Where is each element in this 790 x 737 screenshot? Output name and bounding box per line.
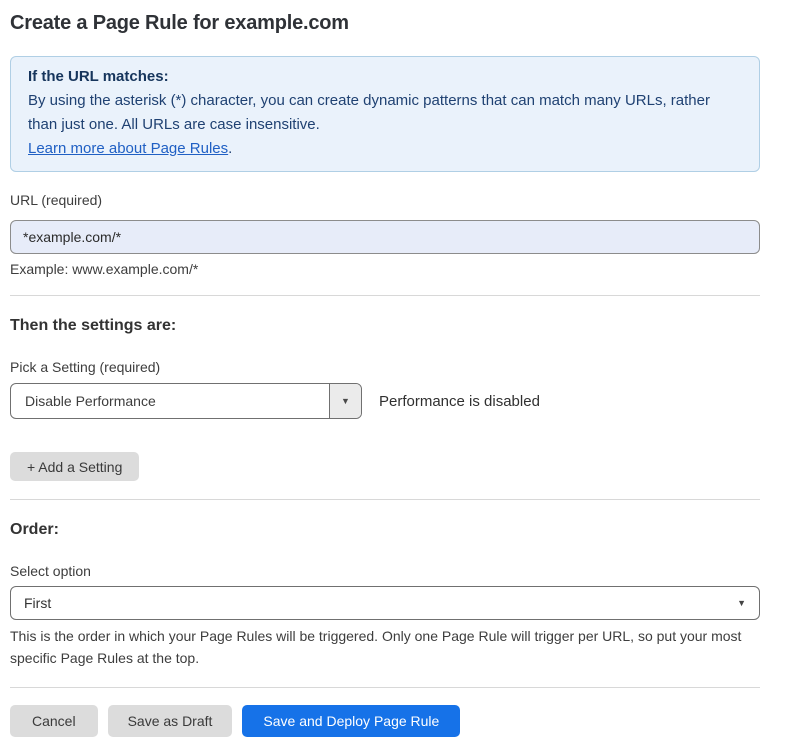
info-box-body-text: By using the asterisk (*) character, you… — [28, 92, 710, 133]
info-box-link-line: Learn more about Page Rules. — [28, 137, 742, 161]
url-input[interactable] — [10, 220, 760, 254]
divider — [10, 499, 760, 500]
order-select-label: Select option — [10, 563, 760, 579]
pick-setting-label: Pick a Setting (required) — [10, 359, 760, 375]
settings-section-heading: Then the settings are: — [10, 317, 760, 335]
info-box-body: By using the asterisk (*) character, you… — [28, 89, 742, 137]
page-rule-form: Create a Page Rule for example.com If th… — [10, 12, 760, 737]
setting-row: Disable Performance ▼ Performance is dis… — [10, 383, 760, 419]
setting-select-value: Disable Performance — [11, 384, 329, 418]
learn-more-link[interactable]: Learn more about Page Rules — [28, 140, 228, 157]
setting-select-arrow-button[interactable]: ▼ — [329, 384, 361, 418]
cancel-button[interactable]: Cancel — [10, 705, 98, 737]
url-example-text: Example: www.example.com/* — [10, 261, 760, 277]
chevron-down-icon: ▼ — [341, 396, 350, 406]
link-suffix: . — [228, 140, 232, 157]
order-help-text: This is the order in which your Page Rul… — [10, 625, 760, 669]
chevron-down-icon: ▼ — [737, 598, 746, 608]
save-deploy-button[interactable]: Save and Deploy Page Rule — [242, 705, 460, 737]
add-setting-button[interactable]: + Add a Setting — [10, 452, 139, 481]
order-select[interactable]: First ▼ — [10, 586, 760, 620]
url-field-label: URL (required) — [10, 192, 760, 208]
url-match-info-box: If the URL matches: By using the asteris… — [10, 56, 760, 172]
divider — [10, 295, 760, 296]
divider — [10, 687, 760, 688]
save-draft-button[interactable]: Save as Draft — [108, 705, 233, 737]
info-box-heading: If the URL matches: — [28, 65, 742, 89]
setting-select[interactable]: Disable Performance ▼ — [10, 383, 362, 419]
order-select-value: First — [24, 595, 51, 611]
page-title: Create a Page Rule for example.com — [10, 12, 760, 35]
footer-actions: Cancel Save as Draft Save and Deploy Pag… — [10, 705, 760, 737]
setting-status-text: Performance is disabled — [379, 393, 540, 410]
order-section-heading: Order: — [10, 521, 760, 539]
